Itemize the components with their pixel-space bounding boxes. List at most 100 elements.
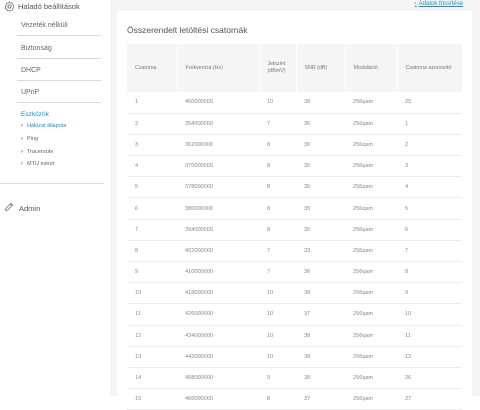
channel-id-cell: 25	[405, 99, 412, 106]
modulation-cell: 256qam	[353, 353, 374, 360]
pencil-icon	[4, 202, 14, 214]
modulation-cell: 256qam	[353, 99, 374, 106]
frequency-cell: 370000000	[185, 163, 213, 170]
snr-cell: 37	[304, 396, 311, 403]
sidebar-divider	[17, 102, 101, 103]
table-row: 11 426000000 10 37 256qam 10	[127, 304, 462, 326]
snr-cell: 35	[304, 184, 311, 191]
channel-id-cell: 27	[405, 396, 412, 403]
frequency-cell: 466000000	[185, 396, 213, 403]
frequency-cell: 418000000	[185, 290, 213, 297]
frequency-cell: 426000000	[185, 311, 213, 318]
channel-id-cell: 10	[405, 311, 412, 318]
modulation-cell: 256qam	[353, 226, 374, 233]
snr-cell: 38	[304, 332, 311, 339]
channel-cell: 13	[135, 353, 142, 360]
sidebar-item-wireless[interactable]: Vezeték nélküli	[21, 22, 68, 29]
channel-id-cell: 2	[405, 141, 409, 148]
modulation-cell: 256qam	[353, 396, 374, 403]
table-row: 4 370000000 8 35 256qam 3	[127, 156, 462, 177]
channel-id-cell: 26	[405, 375, 412, 382]
table-row: 14 458000000 9 38 256qam 26	[127, 367, 462, 389]
sidebar-divider	[17, 80, 101, 81]
channel-cell: 14	[135, 375, 142, 382]
snr-cell: 33	[304, 247, 311, 254]
frequency-cell: 354000000	[185, 120, 213, 127]
channel-id-cell: 8	[405, 269, 409, 276]
advanced-settings-header[interactable]: Haladó beállítások	[4, 0, 80, 12]
snr-cell: 38	[304, 99, 311, 106]
table-row: 5 378000000 8 35 256qam 4	[127, 177, 462, 198]
signal-level-cell: 7	[267, 247, 271, 254]
signal-level-cell: 8	[267, 184, 271, 191]
chevron-right-icon: ›	[414, 1, 417, 7]
sidebar-subitem-label: Ping	[27, 136, 39, 142]
sidebar-subitem-mtu-size[interactable]: › MTU méret	[21, 161, 55, 167]
downstream-channels-card: Összerendelt letöltési csatornák Csatorn…	[117, 11, 472, 410]
signal-level-cell: 9	[267, 375, 271, 382]
snr-cell: 35	[304, 163, 311, 170]
snr-cell: 36	[304, 141, 311, 148]
frequency-cell: 378000000	[185, 184, 213, 191]
frequency-cell: 458000000	[185, 375, 213, 382]
sidebar-subitem-ping[interactable]: › Ping	[21, 136, 38, 142]
signal-level-cell: 10	[267, 99, 274, 106]
channel-id-cell: 7	[405, 247, 409, 254]
sidebar-divider	[0, 183, 104, 184]
channel-id-cell: 6	[405, 226, 409, 233]
sidebar-subitem-label: Hálózat állapota	[27, 123, 67, 129]
signal-level-cell: 10	[267, 290, 274, 297]
modulation-cell: 256qam	[353, 375, 374, 382]
column-header-frequency: Frekvencia (Hz)	[177, 44, 260, 92]
modulation-cell: 256qam	[353, 332, 374, 339]
table-row: 1 450000000 10 38 256qam 25	[127, 92, 462, 114]
table-row: 13 442000000 10 38 256qam 12	[127, 346, 462, 368]
modulation-cell: 256qam	[353, 141, 374, 148]
table-header-row: Csatorna Frekvencia (Hz) Jelszint (dBmV)…	[127, 44, 462, 92]
signal-level-cell: 8	[267, 205, 271, 212]
sidebar-item-security[interactable]: Biztonság	[21, 45, 52, 52]
snr-cell: 38	[304, 353, 311, 360]
channel-id-cell: 3	[405, 163, 409, 170]
channel-cell: 4	[135, 163, 139, 170]
table-row: 6 386000000 8 35 256qam 5	[127, 198, 462, 220]
channel-cell: 3	[135, 141, 139, 148]
snr-cell: 36	[304, 120, 311, 127]
sidebar-subitem-traceroute[interactable]: › Traceroute	[21, 149, 53, 155]
sidebar-item-admin[interactable]: Admin	[4, 202, 40, 214]
frequency-cell: 410000000	[185, 269, 213, 276]
modulation-cell: 256qam	[353, 290, 374, 297]
table-row: 10 418000000 10 38 256qam 9	[127, 283, 462, 304]
table-row: 7 394000000 8 35 256qam 6	[127, 219, 462, 241]
channel-id-cell: 1	[405, 120, 409, 127]
sidebar-divider	[17, 58, 101, 59]
channel-cell: 2	[135, 120, 139, 127]
chevron-right-icon: ›	[21, 161, 23, 167]
snr-cell: 38	[304, 290, 311, 297]
frequency-cell: 434000000	[185, 332, 213, 339]
main-content: › Adatok frissítése Összerendelt letölté…	[110, 0, 480, 410]
signal-level-cell: 7	[267, 120, 271, 127]
sidebar-subitem-label: Traceroute	[27, 149, 54, 155]
snr-cell: 36	[304, 269, 311, 276]
column-header-snr: SNR (dB)	[296, 44, 346, 92]
channel-cell: 5	[135, 184, 139, 191]
table-row: 15 466000000 8 37 256qam 27	[127, 389, 462, 410]
table-row: 2 354000000 7 36 256qam 1	[127, 113, 462, 135]
signal-level-cell: 10	[267, 311, 274, 318]
sidebar-item-dhcp[interactable]: DHCP	[21, 67, 41, 74]
signal-level-cell: 8	[267, 163, 271, 170]
advanced-settings-label: Haladó beállítások	[18, 1, 80, 11]
frequency-cell: 450000000	[185, 99, 213, 106]
channel-cell: 12	[135, 332, 142, 339]
sidebar: Haladó beállítások Vezeték nélküli Bizto…	[0, 0, 110, 396]
frequency-cell: 442000000	[185, 353, 213, 360]
sidebar-item-tools[interactable]: Eszközök	[21, 111, 49, 118]
channel-cell: 10	[135, 290, 142, 297]
frequency-cell: 386000000	[185, 205, 213, 212]
refresh-data-link[interactable]: › Adatok frissítése	[415, 1, 463, 7]
sidebar-divider	[17, 35, 101, 36]
channel-cell: 7	[135, 226, 139, 233]
sidebar-item-upnp[interactable]: UPnP	[21, 89, 39, 96]
sidebar-subitem-network-status[interactable]: › Hálózat állapota	[21, 123, 66, 129]
